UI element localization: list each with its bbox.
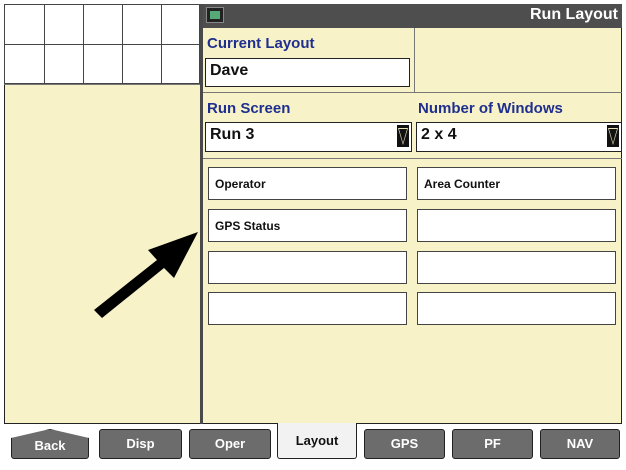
tab-layout[interactable]: Layout — [277, 423, 357, 459]
panel-divider — [200, 4, 203, 424]
shortcut-cell[interactable] — [123, 5, 162, 45]
title-bar: Run Layout — [203, 4, 622, 28]
callout-arrow-icon — [94, 232, 198, 318]
tab-oper-label: Oper — [214, 436, 246, 451]
tab-disp-label: Disp — [126, 436, 155, 451]
tab-gps-label: GPS — [390, 436, 419, 451]
dropdown-arrow-icon[interactable] — [607, 125, 619, 147]
section-divider — [203, 158, 622, 159]
run-window-slot[interactable] — [417, 251, 616, 284]
tab-gps[interactable]: GPS — [364, 429, 445, 459]
current-layout-divider — [414, 28, 415, 92]
window-slot-label: GPS Status — [215, 219, 281, 233]
current-layout-field[interactable]: Dave — [205, 58, 410, 87]
tab-oper[interactable]: Oper — [189, 429, 271, 459]
run-window-slot[interactable]: GPS Status — [208, 209, 407, 242]
run-window-slot[interactable] — [208, 292, 407, 325]
run-screen-label: Run Screen — [207, 100, 291, 117]
current-layout-label: Current Layout — [207, 35, 315, 52]
shortcut-cell[interactable] — [45, 5, 84, 45]
section-divider — [203, 92, 622, 93]
current-layout-value: Dave — [210, 62, 249, 79]
run-screen-dropdown[interactable]: Run 3 — [205, 122, 412, 152]
tab-disp[interactable]: Disp — [99, 429, 182, 459]
tab-back-label: Back — [34, 438, 66, 453]
bottom-tab-bar: Back Disp Oper Layout GPS PF NAV — [0, 423, 626, 470]
number-of-windows-dropdown[interactable]: 2 x 4 — [416, 122, 622, 152]
tab-nav-label: NAV — [566, 436, 594, 451]
shortcut-cell[interactable] — [162, 5, 199, 45]
run-window-slot[interactable]: Area Counter — [417, 167, 616, 200]
tab-nav[interactable]: NAV — [540, 429, 620, 459]
display-icon — [206, 7, 224, 23]
run-window-slot[interactable] — [417, 292, 616, 325]
tab-pf[interactable]: PF — [452, 429, 533, 459]
run-window-slot[interactable] — [208, 251, 407, 284]
shortcut-cell[interactable] — [5, 5, 45, 45]
shortcut-cell[interactable] — [5, 45, 45, 83]
number-of-windows-value: 2 x 4 — [421, 126, 457, 143]
shortcut-cell[interactable] — [84, 45, 123, 83]
shortcut-cell[interactable] — [84, 5, 123, 45]
window-slot-label: Area Counter — [424, 177, 501, 191]
tab-pf-label: PF — [484, 436, 501, 451]
tab-back[interactable]: Back — [11, 429, 89, 459]
tab-layout-label: Layout — [295, 433, 339, 448]
shortcut-grid — [4, 4, 200, 84]
dropdown-arrow-icon[interactable] — [397, 125, 409, 147]
shortcut-cell[interactable] — [162, 45, 199, 83]
run-window-slot[interactable] — [417, 209, 616, 242]
window-title: Run Layout — [530, 6, 618, 23]
run-screen-value: Run 3 — [210, 126, 255, 143]
number-of-windows-label: Number of Windows — [418, 100, 563, 117]
shortcut-cell[interactable] — [123, 45, 162, 83]
shortcut-cell[interactable] — [45, 45, 84, 83]
left-panel-divider — [4, 84, 200, 85]
window-slot-label: Operator — [215, 177, 266, 191]
run-window-slot[interactable]: Operator — [208, 167, 407, 200]
